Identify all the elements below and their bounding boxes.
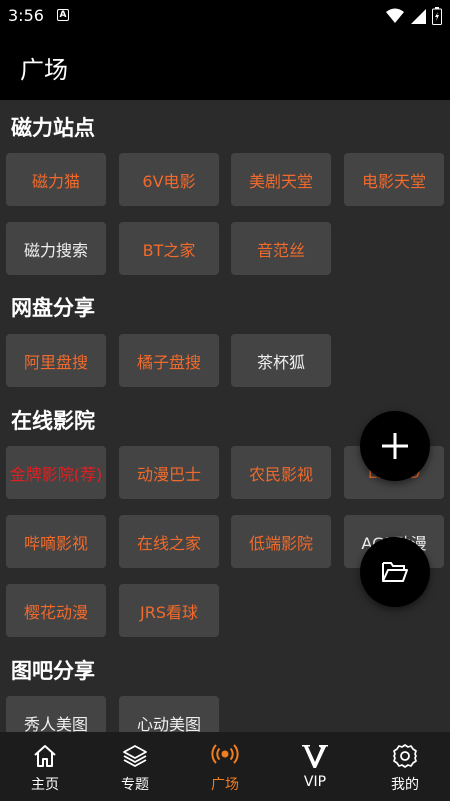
site-chip[interactable]: 低端影院 xyxy=(231,515,331,568)
section-title-pics: 图吧分享 xyxy=(11,659,95,683)
section-title-magnet: 磁力站点 xyxy=(11,116,95,140)
folder-button[interactable] xyxy=(360,537,430,607)
page-title: 广场 xyxy=(20,56,68,84)
folder-open-icon xyxy=(382,562,408,582)
site-chip[interactable]: 动漫巴士 xyxy=(119,446,219,499)
nav-label: 广场 xyxy=(211,777,239,793)
section-title-cloud: 网盘分享 xyxy=(11,296,95,320)
broadcast-icon xyxy=(211,742,239,770)
nav-label: VIP xyxy=(303,774,327,790)
home-icon xyxy=(31,742,59,770)
site-chip[interactable]: 金牌影院(荐) xyxy=(6,446,106,499)
site-chip[interactable]: 电影天堂 xyxy=(344,153,444,206)
status-bar: 3:56 A xyxy=(0,0,450,32)
nav-label: 专题 xyxy=(121,777,149,793)
nav-item-square[interactable]: 广场 xyxy=(180,732,270,801)
notification-icon: A xyxy=(57,9,69,21)
nav-item-vip[interactable]: VIP xyxy=(270,732,360,801)
site-chip[interactable]: JRS看球 xyxy=(119,584,219,637)
nav-item-topics[interactable]: 专题 xyxy=(90,732,180,801)
site-chip[interactable]: 心动美图 xyxy=(119,696,219,732)
site-chip[interactable]: 茶杯狐 xyxy=(231,334,331,387)
section-title-cinema: 在线影院 xyxy=(11,409,95,433)
nav-item-home[interactable]: 主页 xyxy=(0,732,90,801)
site-chip[interactable]: 美剧天堂 xyxy=(231,153,331,206)
wifi-icon xyxy=(386,8,404,23)
site-chip[interactable]: 樱花动漫 xyxy=(6,584,106,637)
add-button[interactable] xyxy=(360,411,430,481)
site-chip[interactable]: 秀人美图 xyxy=(6,696,106,732)
gear-icon xyxy=(391,742,419,770)
site-chip[interactable]: 阿里盘搜 xyxy=(6,334,106,387)
site-chip[interactable]: 在线之家 xyxy=(119,515,219,568)
site-chip[interactable]: 6V电影 xyxy=(119,153,219,206)
nav-item-mine[interactable]: 我的 xyxy=(360,732,450,801)
site-chip[interactable]: 橘子盘搜 xyxy=(119,334,219,387)
site-chip[interactable]: 磁力猫 xyxy=(6,153,106,206)
layers-icon xyxy=(121,742,149,770)
status-icons xyxy=(386,7,442,25)
vip-icon xyxy=(301,742,329,770)
battery-icon xyxy=(432,7,442,25)
site-chip[interactable]: 磁力搜索 xyxy=(6,222,106,275)
site-chip[interactable]: 音范丝 xyxy=(231,222,331,275)
site-chip[interactable]: 哔嘀影视 xyxy=(6,515,106,568)
signal-icon xyxy=(411,9,426,24)
app-bar: 广场 xyxy=(0,32,450,100)
site-chip[interactable]: 农民影视 xyxy=(231,446,331,499)
nav-label: 主页 xyxy=(31,777,59,793)
bottom-nav: 主页 专题 广场 VIP 我的 xyxy=(0,732,450,801)
status-time: 3:56 xyxy=(8,6,44,25)
nav-label: 我的 xyxy=(391,777,419,793)
plus-icon xyxy=(382,433,408,459)
site-chip[interactable]: BT之家 xyxy=(119,222,219,275)
